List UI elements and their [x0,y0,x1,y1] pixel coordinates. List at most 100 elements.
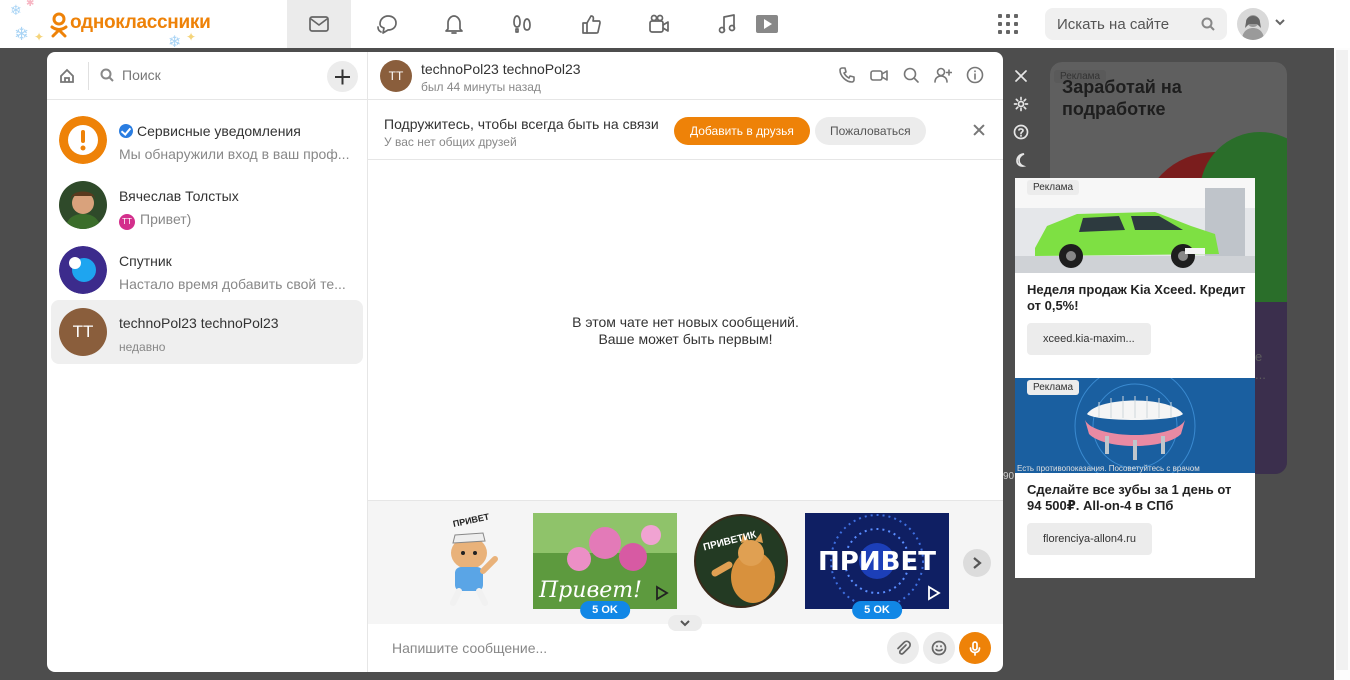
ad-title[interactable]: Сделайте все зубы за 1 день от 94 500₽. … [1027,482,1247,514]
add-friend-button[interactable]: Добавить в друзья [674,117,810,145]
message-composer [368,624,1003,672]
nav-video[interactable] [627,0,691,48]
chat-status: был 44 минуты назад [421,80,541,94]
chat-list-item-active[interactable]: TT technoPol23 technoPol23 недавно [51,300,363,364]
friend-suggestion-bar: Подружитесь, чтобы всегда быть на связи … [368,100,1003,160]
ad-label: Реклама [1027,380,1080,395]
report-button[interactable]: Пожаловаться [815,117,926,145]
chat-preview: недавно [119,340,166,354]
search-icon[interactable] [1201,17,1215,31]
chevron-right-icon [973,557,982,569]
chat-preview: Мы обнаружили вход в ваш проф... [119,146,350,162]
nav-guests[interactable] [490,0,554,48]
sticker-item[interactable]: Привет! 5 OK [533,513,677,619]
user-avatar-icon [1242,15,1264,40]
video-call-button[interactable] [870,66,890,86]
close-icon [1015,70,1027,82]
sticker-suggestions: ПРИВЕТ Привет! 5 OK ПРИВЕТИК ПРИВЕТ 5 OK [368,500,1003,624]
gear-icon [1013,96,1029,112]
page-scrollbar-thumb[interactable] [1336,50,1348,670]
new-chat-button[interactable] [327,61,358,92]
chat-search-input[interactable]: Поиск [122,67,161,83]
ad-image: Реклама [1015,178,1255,273]
discussions-icon [377,15,397,34]
call-button[interactable] [838,66,858,86]
sticker-item[interactable]: ПРИВЕТИК [693,513,789,609]
close-icon[interactable] [973,124,985,136]
chat-list-header: Поиск [47,52,367,100]
chat-search-button[interactable] [902,66,922,86]
nav-notifications[interactable] [422,0,486,48]
site-search [1045,8,1227,40]
snowflake-icon: ✱ [26,0,35,9]
chat-name: Сервисные уведомления [137,123,301,139]
apps-grid-icon[interactable] [998,14,1018,34]
exclamation-icon [59,116,107,164]
hidden-text-fragment: 90 [1003,471,1015,482]
initials-avatar: TT [59,308,107,356]
ad-card-kia[interactable]: Реклама Неделя продаж Kia Xceed. Кредит … [1015,178,1255,378]
ad-image: Реклама Есть противопоказания. Посоветуй… [1015,378,1255,473]
message-input[interactable] [380,632,860,664]
chat-list-panel: Поиск Сервисные уведомления Мы обнаружил… [47,52,368,672]
sticker-item[interactable]: ПРИВЕТ [413,511,523,609]
sputnik-logo-icon [59,246,107,294]
help-button[interactable] [1013,124,1029,140]
logo-text: одноклассники [70,12,211,33]
chat-title[interactable]: technoPol23 technoPol23 [421,61,581,77]
chevron-down-icon[interactable] [1274,16,1286,28]
chat-pane: TT technoPol23 technoPol23 был 44 минуты… [368,52,1003,672]
friend-prompt: Подружитесь, чтобы всегда быть на связи [384,116,659,132]
home-icon[interactable] [59,68,75,84]
chat-preview: Настало время добавить свой те... [119,276,346,292]
user-avatar [59,181,107,229]
chat-list-item[interactable]: Спутник Настало время добавить свой те..… [51,238,363,302]
chat-info-button[interactable] [966,66,986,86]
sticker-item[interactable]: ПРИВЕТ 5 OK [805,513,949,619]
chat-list-item[interactable]: Сервисные уведомления Мы обнаружили вход… [51,108,363,172]
emoji-button[interactable] [923,632,955,664]
mini-avatar: TT [119,214,135,230]
ad-link-button[interactable]: xceed.kia-maxim... [1027,323,1151,355]
star-icon: ✦ [34,30,45,44]
chat-preview: Привет) [140,211,192,227]
moon-icon [1016,153,1027,167]
notifications-icon [445,15,463,34]
ad-card-dental[interactable]: Реклама Есть противопоказания. Посоветуй… [1015,378,1255,578]
site-search-input[interactable] [1045,8,1185,40]
phone-icon [839,67,855,83]
site-logo[interactable]: ❄ ✱ ❄ ✦ ❄ ✦ одноклассники [8,0,211,51]
attach-button[interactable] [887,632,919,664]
messenger-window: Поиск Сервисные уведомления Мы обнаружил… [47,52,1003,672]
chat-list-item[interactable]: Вячеслав Толстых TT Привет) [51,173,363,237]
add-user-icon [934,67,953,83]
ad-link-button[interactable]: florenciya-allon4.ru [1027,523,1152,555]
stickers-next-button[interactable] [963,549,991,577]
ad-title[interactable]: Неделя продаж Kia Xceed. Кредит от 0,5%! [1027,282,1247,314]
add-participant-button[interactable] [934,66,954,86]
nav-likes[interactable] [559,0,623,48]
messenger-settings-button[interactable] [1013,96,1029,112]
chat-name: Вячеслав Толстых [119,188,239,204]
verified-icon [119,124,133,138]
snowflake-icon: ❄ [168,34,182,51]
likes-icon [582,15,601,34]
info-icon [966,66,984,84]
user-avatar[interactable] [1237,8,1269,40]
video-camera-icon [870,70,888,81]
sticker-flowers-image: Привет! [533,513,677,609]
svg-text:ПРИВЕТ: ПРИВЕТ [452,513,491,529]
close-messenger-button[interactable] [1013,68,1029,84]
chat-avatar[interactable]: TT [380,60,412,92]
help-icon [1013,124,1029,140]
ad-label: Реклама [1027,180,1080,195]
nav-discussions[interactable] [355,0,419,48]
ad-disclaimer: Есть противопоказания. Посоветуйтесь с в… [1017,464,1200,473]
video-camera-icon [649,14,669,33]
voice-message-button[interactable] [959,632,991,664]
dark-mode-button[interactable] [1013,152,1029,168]
nav-video-play[interactable] [735,0,799,48]
ad-text-fragment: е... [1255,349,1266,382]
nav-messages[interactable] [287,0,351,48]
ad-title: Заработай на подработке [1062,77,1182,119]
